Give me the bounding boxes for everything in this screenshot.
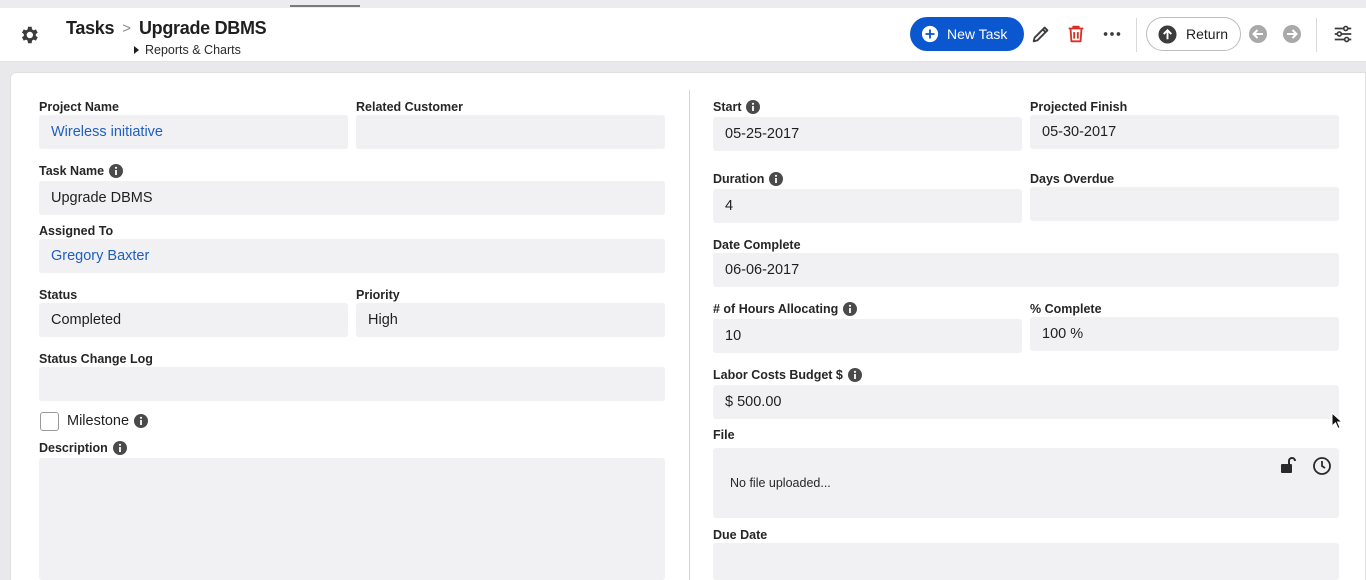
status-change-log-label-text: Status Change Log	[39, 352, 153, 366]
related-customer-field[interactable]	[356, 115, 665, 149]
duration-label: Duration	[713, 172, 784, 186]
project-name-label-text: Project Name	[39, 100, 119, 114]
projected-finish-label: Projected Finish	[1030, 100, 1127, 114]
description-label-text: Description	[39, 441, 108, 455]
sliders-icon[interactable]	[1332, 23, 1354, 45]
start-label-text: Start	[713, 100, 742, 114]
task-name-label: Task Name	[39, 164, 124, 178]
description-field[interactable]	[39, 458, 665, 580]
duration-field[interactable]: 4	[713, 189, 1022, 223]
trash-icon[interactable]	[1065, 23, 1087, 45]
arrow-right-circle-icon[interactable]	[1282, 24, 1302, 44]
cursor-icon	[1331, 412, 1343, 430]
info-icon[interactable]	[109, 164, 124, 178]
unlock-icon[interactable]	[1278, 456, 1298, 476]
breadcrumb-tasks[interactable]: Tasks	[66, 18, 115, 39]
labor-costs-budget-label-text: Labor Costs Budget $	[713, 368, 843, 382]
percent-complete-field[interactable]: 100 %	[1030, 317, 1339, 351]
percent-complete-label: % Complete	[1030, 302, 1102, 316]
info-icon[interactable]	[769, 172, 784, 186]
milestone-label-text: Milestone	[67, 413, 130, 429]
milestone-label: Milestone	[67, 413, 149, 429]
status-label-text: Status	[39, 288, 78, 302]
page-title: Upgrade DBMS	[138, 18, 267, 38]
due-date-label: Due Date	[713, 528, 767, 542]
priority-field[interactable]: High	[356, 303, 665, 337]
file-label: File	[713, 428, 735, 442]
date-complete-label: Date Complete	[713, 238, 801, 252]
more-horizontal-icon[interactable]	[1101, 23, 1123, 45]
description-label: Description	[39, 441, 127, 455]
project-name-label: Project Name	[39, 100, 119, 114]
caret-right-icon	[134, 46, 139, 54]
header-divider	[1136, 18, 1137, 52]
arrow-up-circle-icon	[1158, 24, 1177, 44]
start-label: Start	[713, 100, 761, 114]
breadcrumb-separator: >	[122, 20, 131, 37]
date-complete-field[interactable]: 06-06-2017	[713, 253, 1339, 287]
page-header: Tasks > Upgrade DBMS Reports & Charts Ne…	[0, 8, 1366, 62]
info-icon[interactable]	[112, 441, 127, 455]
hours-allocating-label: # of Hours Allocating	[713, 302, 858, 316]
new-task-label: New Task	[947, 26, 1008, 42]
related-customer-label-text: Related Customer	[356, 100, 463, 114]
priority-label-text: Priority	[356, 288, 400, 302]
file-label-text: File	[713, 428, 735, 442]
hours-allocating-label-text: # of Hours Allocating	[713, 302, 839, 316]
labor-costs-budget-field[interactable]: $ 500.00	[713, 385, 1339, 419]
task-name-label-text: Task Name	[39, 164, 105, 178]
return-button[interactable]: Return	[1146, 17, 1241, 51]
assigned-to-field[interactable]: Gregory Baxter	[39, 239, 665, 273]
pencil-icon[interactable]	[1030, 23, 1052, 45]
arrow-left-circle-icon[interactable]	[1248, 24, 1268, 44]
status-change-log-label: Status Change Log	[39, 352, 153, 366]
projected-finish-field[interactable]: 05-30-2017	[1030, 115, 1339, 149]
active-tab-indicator	[290, 5, 360, 7]
priority-label: Priority	[356, 288, 400, 302]
status-change-log-field[interactable]	[39, 367, 665, 401]
status-label: Status	[39, 288, 77, 302]
assigned-to-label: Assigned To	[39, 224, 113, 238]
status-field[interactable]: Completed	[39, 303, 348, 337]
projected-finish-label-text: Projected Finish	[1030, 100, 1128, 114]
plus-circle-icon	[921, 25, 939, 43]
top-strip	[0, 0, 1366, 8]
labor-costs-budget-label: Labor Costs Budget $	[713, 368, 862, 382]
milestone-checkbox[interactable]	[40, 412, 59, 431]
related-customer-label: Related Customer	[356, 100, 463, 114]
file-status-text: No file uploaded...	[730, 476, 831, 490]
assigned-to-label-text: Assigned To	[39, 224, 114, 238]
days-overdue-label-text: Days Overdue	[1030, 172, 1115, 186]
hours-allocating-field[interactable]: 10	[713, 319, 1022, 353]
due-date-label-text: Due Date	[713, 528, 768, 542]
info-icon[interactable]	[847, 368, 862, 382]
days-overdue-field[interactable]	[1030, 187, 1339, 221]
due-date-field[interactable]	[713, 543, 1339, 580]
reports-charts-label: Reports & Charts	[145, 43, 241, 57]
file-upload-field[interactable]: No file uploaded...	[713, 448, 1339, 518]
header-divider	[1316, 18, 1317, 52]
percent-complete-label-text: % Complete	[1030, 302, 1102, 316]
start-field[interactable]: 05-25-2017	[713, 117, 1022, 151]
column-divider	[689, 90, 690, 580]
project-name-field[interactable]: Wireless initiative	[39, 115, 348, 149]
clock-icon[interactable]	[1312, 456, 1332, 476]
date-complete-label-text: Date Complete	[713, 238, 801, 252]
new-task-button[interactable]: New Task	[910, 17, 1024, 51]
days-overdue-label: Days Overdue	[1030, 172, 1114, 186]
info-icon[interactable]	[134, 414, 149, 428]
gear-icon[interactable]	[18, 24, 40, 46]
return-label: Return	[1186, 26, 1229, 42]
duration-label-text: Duration	[713, 172, 765, 186]
reports-charts-toggle[interactable]: Reports & Charts	[134, 43, 241, 57]
info-icon[interactable]	[746, 100, 761, 114]
breadcrumb: Tasks > Upgrade DBMS	[66, 18, 267, 39]
task-name-field[interactable]: Upgrade DBMS	[39, 181, 665, 215]
info-icon[interactable]	[843, 302, 858, 316]
